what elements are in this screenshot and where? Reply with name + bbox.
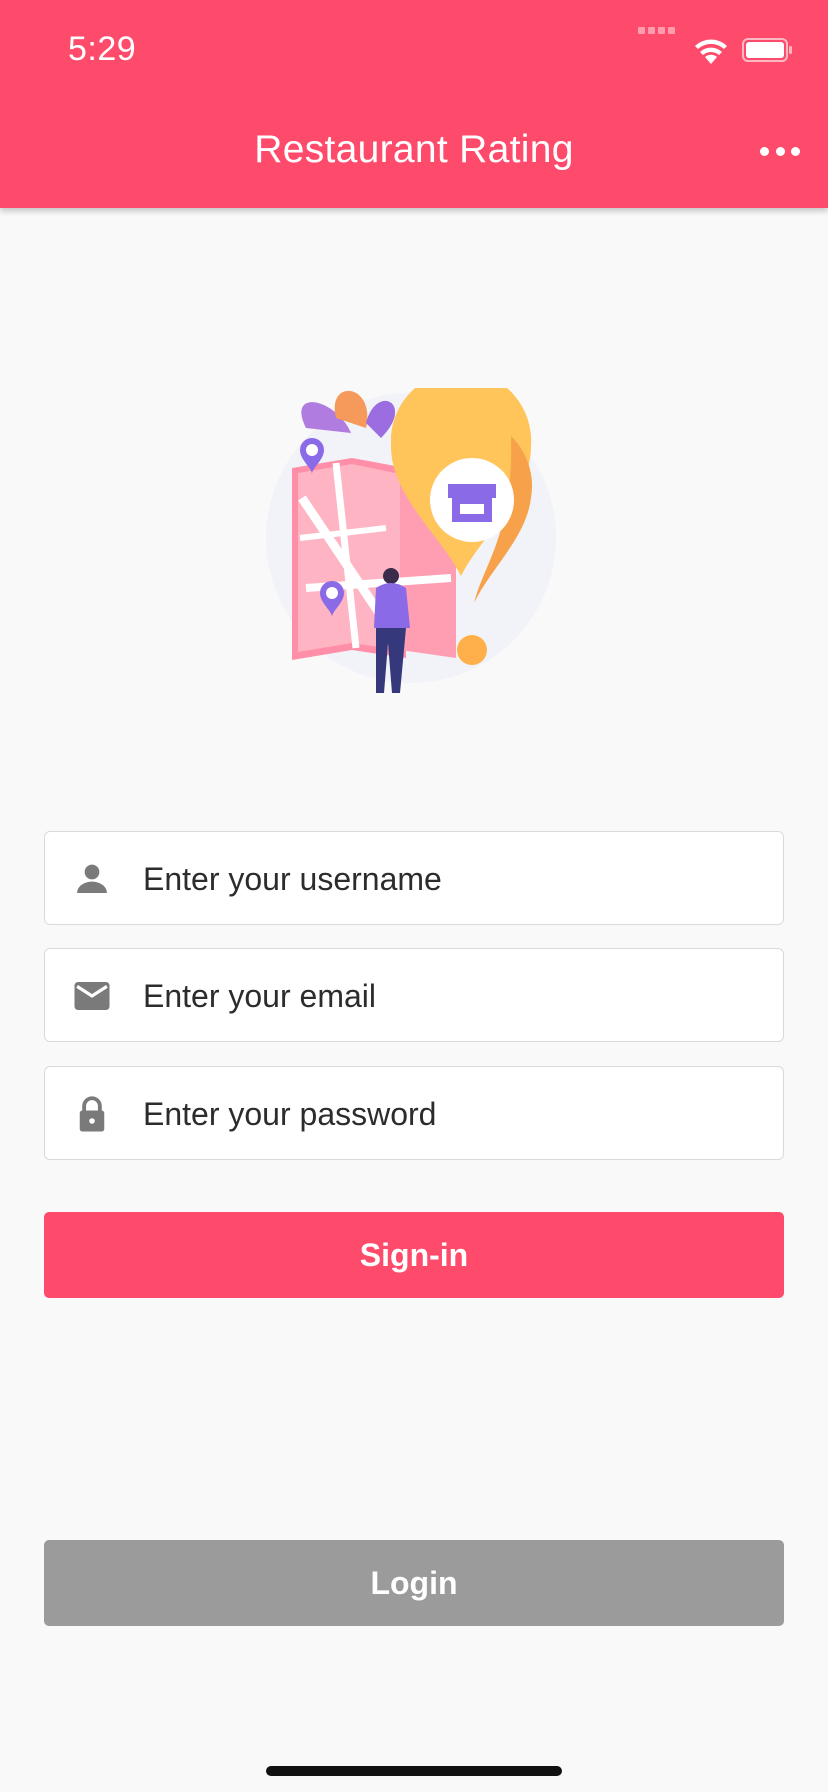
username-input[interactable] bbox=[141, 832, 765, 926]
status-time: 5:29 bbox=[68, 30, 137, 68]
login-button[interactable]: Login bbox=[44, 1540, 784, 1626]
page-title: Restaurant Rating bbox=[254, 128, 574, 171]
sign-in-button[interactable]: Sign-in bbox=[44, 1212, 784, 1298]
email-field[interactable] bbox=[44, 948, 784, 1043]
password-field[interactable] bbox=[44, 1066, 784, 1161]
lock-icon bbox=[79, 1096, 105, 1132]
more-options-button[interactable] bbox=[760, 138, 800, 164]
battery-icon bbox=[742, 38, 792, 62]
username-field[interactable] bbox=[44, 831, 784, 926]
password-input[interactable] bbox=[141, 1067, 765, 1161]
mail-icon bbox=[74, 982, 110, 1010]
email-input[interactable] bbox=[141, 949, 765, 1043]
home-indicator bbox=[266, 1766, 562, 1776]
more-horizontal-icon bbox=[760, 146, 769, 156]
map-location-pin-illustration bbox=[266, 388, 556, 693]
wifi-icon bbox=[695, 39, 727, 64]
person-icon bbox=[77, 864, 107, 893]
cellular-signal-icon bbox=[638, 16, 678, 34]
app-bar: 5:29 Restaurant Rating bbox=[0, 0, 828, 208]
